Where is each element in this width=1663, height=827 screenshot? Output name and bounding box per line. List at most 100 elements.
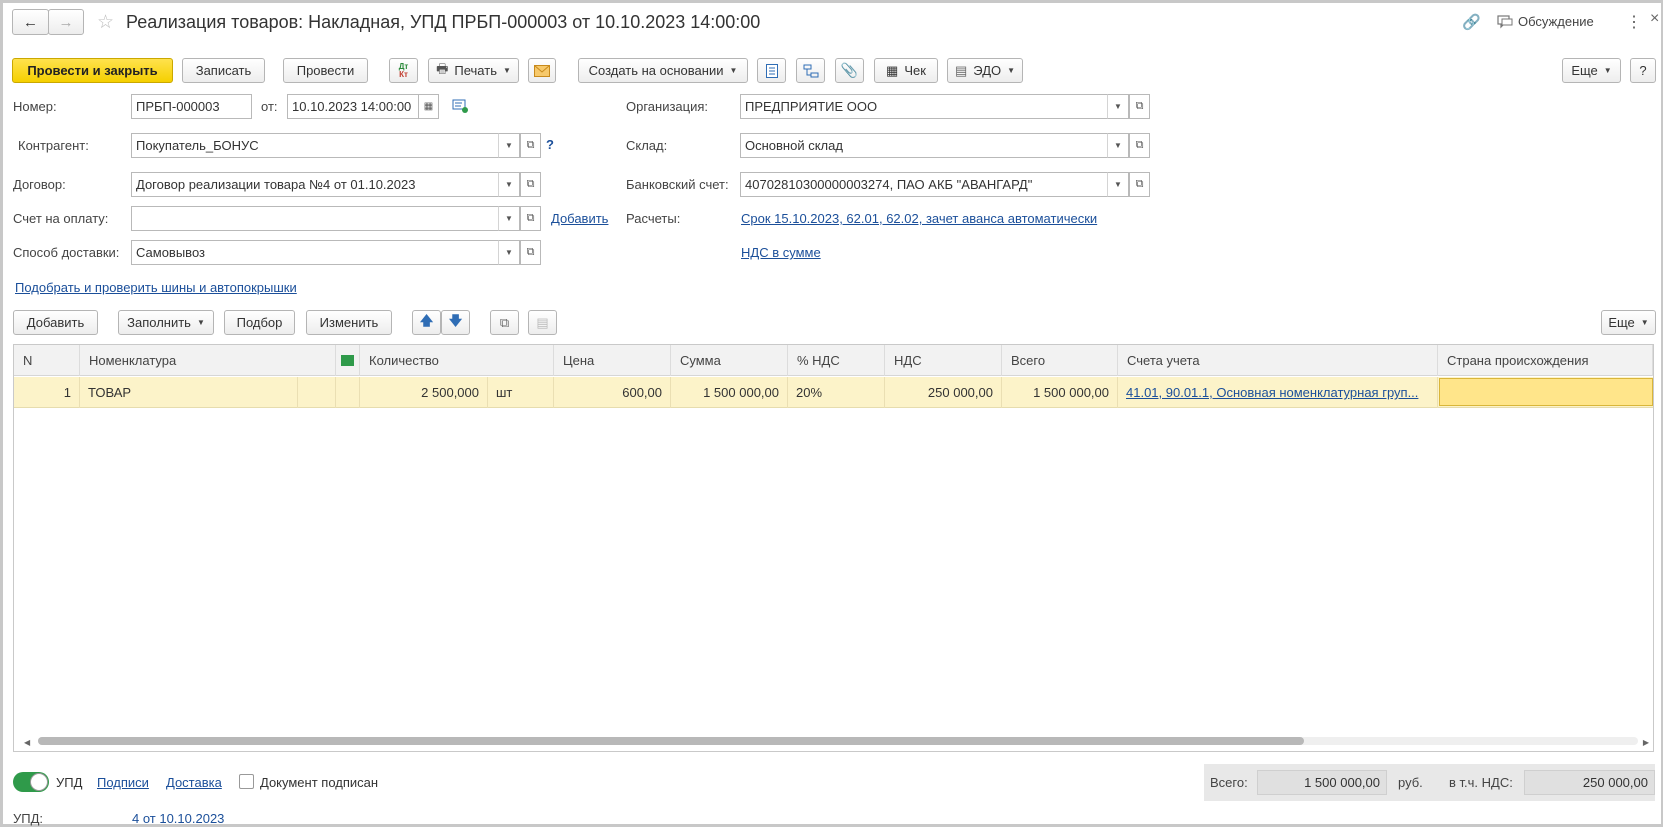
date-field[interactable]: 10.10.2023 14:00:00: [287, 94, 420, 119]
contractor-open-button[interactable]: ⧉: [520, 133, 541, 158]
link-icon[interactable]: 🔗: [1462, 13, 1481, 31]
vat-in-sum-link[interactable]: НДС в сумме: [741, 245, 821, 260]
upd-ref-link[interactable]: 4 от 10.10.2023: [132, 811, 224, 826]
close-icon[interactable]: ×: [1650, 10, 1659, 28]
warehouse-field[interactable]: Основной склад: [740, 133, 1110, 158]
col-country[interactable]: Страна происхождения: [1438, 345, 1653, 376]
col-sum[interactable]: Сумма: [671, 345, 788, 376]
cell-n[interactable]: 1: [14, 377, 80, 408]
col-qty[interactable]: Количество: [360, 345, 554, 376]
edo-button[interactable]: ▤ ЭДО ▼: [947, 58, 1023, 83]
organization-field[interactable]: ПРЕДПРИЯТИЕ ООО: [740, 94, 1110, 119]
organization-open-button[interactable]: ⧉: [1129, 94, 1150, 119]
edo-label: ЭДО: [973, 63, 1002, 78]
move-down-button[interactable]: 🡇: [441, 310, 470, 335]
bank-account-field[interactable]: 40702810300000003274, ПАО АКБ "АВАНГАРД": [740, 172, 1110, 197]
col-n[interactable]: N: [14, 345, 80, 376]
chevron-down-icon: ▼: [729, 66, 738, 75]
warehouse-label: Склад:: [626, 138, 668, 153]
cell-accounts[interactable]: 41.01, 90.01.1, Основная номенклатурная …: [1118, 377, 1438, 408]
post-and-close-button[interactable]: Провести и закрыть: [12, 58, 173, 83]
col-vat[interactable]: НДС: [885, 345, 1002, 376]
attach-button[interactable]: 📎: [835, 58, 864, 83]
col-total[interactable]: Всего: [1002, 345, 1118, 376]
cell-vat-rate[interactable]: 20%: [788, 377, 885, 408]
col-vat-rate[interactable]: % НДС: [788, 345, 885, 376]
organization-dropdown[interactable]: ▼: [1107, 94, 1129, 119]
receipt-button[interactable]: ▦ Чек: [874, 58, 938, 83]
goods-table[interactable]: N Номенклатура Количество Цена Сумма % Н…: [13, 344, 1654, 752]
change-button[interactable]: Изменить: [306, 310, 392, 335]
forward-button[interactable]: →: [48, 9, 84, 35]
upd-toggle[interactable]: [13, 772, 49, 792]
number-field[interactable]: ПРБП-000003: [131, 94, 252, 119]
cell-item[interactable]: ТОВАР: [80, 377, 298, 408]
bank-account-dropdown[interactable]: ▼: [1107, 172, 1129, 197]
copy-rows-button[interactable]: ⧉: [490, 310, 519, 335]
contract-field[interactable]: Договор реализации товара №4 от 01.10.20…: [131, 172, 500, 197]
help-button[interactable]: ?: [1630, 58, 1656, 83]
signatures-link[interactable]: Подписи: [97, 775, 149, 790]
kebab-menu-icon[interactable]: ⋮: [1626, 12, 1642, 32]
discussion-label: Обсуждение: [1518, 14, 1594, 29]
scroll-left-icon[interactable]: ◀: [24, 738, 30, 747]
cell-total[interactable]: 1 500 000,00: [1002, 377, 1118, 408]
document-status-icon[interactable]: [452, 99, 468, 116]
save-button[interactable]: Записать: [182, 58, 265, 83]
contract-dropdown[interactable]: ▼: [498, 172, 520, 197]
create-based-on-button[interactable]: Создать на основании ▼: [578, 58, 748, 83]
cell-item-extra[interactable]: [298, 377, 336, 408]
horizontal-scrollbar[interactable]: [38, 737, 1638, 745]
invoice-dropdown[interactable]: ▼: [498, 206, 520, 231]
warehouse-open-button[interactable]: ⧉: [1129, 133, 1150, 158]
contract-open-button[interactable]: ⧉: [520, 172, 541, 197]
post-button[interactable]: Провести: [283, 58, 368, 83]
delivery-open-button[interactable]: ⧉: [520, 240, 541, 265]
contractor-field[interactable]: Покупатель_БОНУС: [131, 133, 500, 158]
contractor-help-icon[interactable]: ?: [546, 137, 554, 152]
table-row[interactable]: 1 ТОВАР 2 500,000 шт 600,00 1 500 000,00…: [14, 377, 1653, 408]
col-item[interactable]: Номенклатура: [80, 345, 336, 376]
dt-kt-button[interactable]: Дт Кт: [389, 58, 418, 83]
fill-button[interactable]: Заполнить ▼: [118, 310, 214, 335]
move-up-button[interactable]: 🡅: [412, 310, 441, 335]
tires-link[interactable]: Подобрать и проверить шины и автопокрышк…: [15, 280, 297, 295]
chevron-down-icon: ▼: [196, 318, 205, 327]
calendar-button[interactable]: ▦: [418, 94, 439, 119]
cell-qty[interactable]: 2 500,000: [360, 377, 488, 408]
bank-account-open-button[interactable]: ⧉: [1129, 172, 1150, 197]
cell-sum[interactable]: 1 500 000,00: [671, 377, 788, 408]
discussion-button[interactable]: Обсуждение: [1497, 14, 1594, 29]
signed-checkbox[interactable]: [239, 774, 254, 789]
structure-button[interactable]: [796, 58, 825, 83]
cell-unit[interactable]: шт: [488, 377, 554, 408]
cell-country[interactable]: [1439, 378, 1653, 406]
cell-vat[interactable]: 250 000,00: [885, 377, 1002, 408]
print-button[interactable]: 🖶 Печать ▼: [428, 58, 519, 83]
back-button[interactable]: ←: [12, 9, 49, 35]
more-button[interactable]: Еще ▼: [1562, 58, 1621, 83]
invoice-add-link[interactable]: Добавить: [551, 211, 608, 226]
star-icon[interactable]: ☆: [97, 11, 114, 34]
report-button[interactable]: [757, 58, 786, 83]
warehouse-dropdown[interactable]: ▼: [1107, 133, 1129, 158]
col-accounts[interactable]: Счета учета: [1118, 345, 1438, 376]
receipt-label: Чек: [904, 63, 926, 78]
delivery-link[interactable]: Доставка: [166, 775, 222, 790]
table-more-button[interactable]: Еще ▼: [1601, 310, 1656, 335]
scrollbar-thumb[interactable]: [38, 737, 1304, 745]
cell-price[interactable]: 600,00: [554, 377, 671, 408]
delivery-field[interactable]: Самовывоз: [131, 240, 500, 265]
settlements-link[interactable]: Срок 15.10.2023, 62.01, 62.02, зачет ава…: [741, 211, 1097, 226]
pick-button[interactable]: Подбор: [224, 310, 295, 335]
paste-rows-button[interactable]: ▤: [528, 310, 557, 335]
email-button[interactable]: [528, 58, 556, 83]
delivery-dropdown[interactable]: ▼: [498, 240, 520, 265]
add-row-button[interactable]: Добавить: [13, 310, 98, 335]
invoice-field[interactable]: [131, 206, 500, 231]
contractor-dropdown[interactable]: ▼: [498, 133, 520, 158]
vat-total-label: в т.ч. НДС:: [1449, 775, 1513, 790]
col-price[interactable]: Цена: [554, 345, 671, 376]
invoice-open-button[interactable]: ⧉: [520, 206, 541, 231]
scroll-right-icon[interactable]: ▶: [1643, 738, 1649, 747]
